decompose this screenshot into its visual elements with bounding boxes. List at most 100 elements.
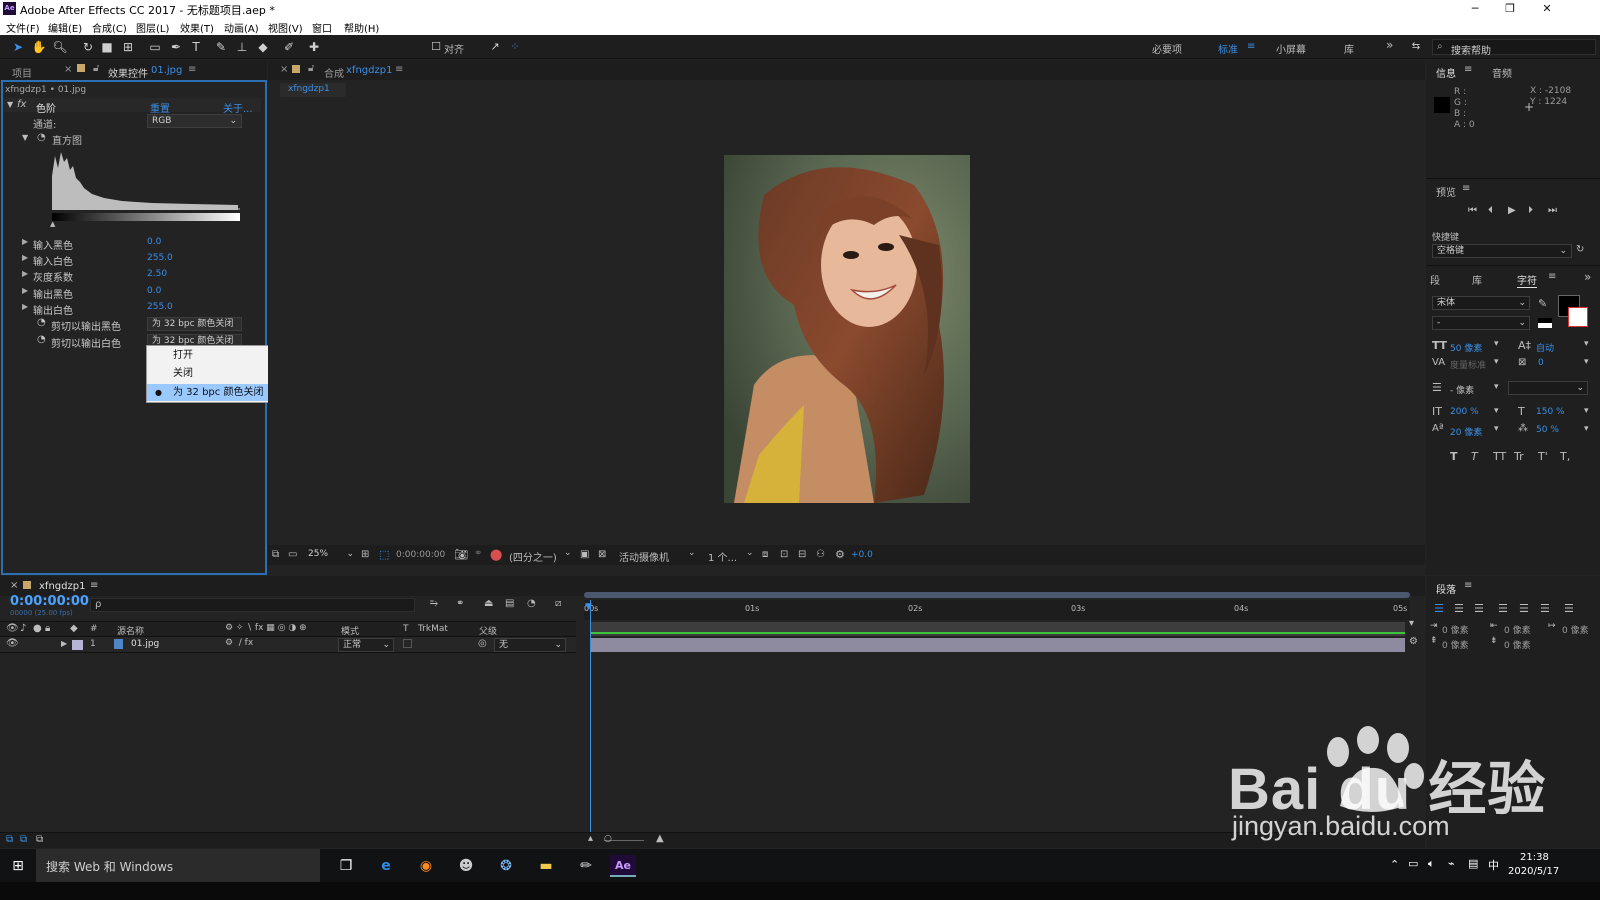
leading-value[interactable]: 自动 <box>1536 341 1554 354</box>
transparency-grid-icon[interactable]: ⊠ <box>598 549 606 560</box>
panel-menu-icon[interactable]: ≡ <box>395 64 403 75</box>
roto-brush-tool-icon[interactable]: ✐ <box>281 39 297 55</box>
font-size-value[interactable]: 50 像素 <box>1450 341 1482 354</box>
layer-search-input[interactable]: ρ <box>90 598 415 612</box>
mask-visibility-icon[interactable]: ⬚ <box>379 548 389 561</box>
timeline-tab-name[interactable]: xfngdzp1 <box>39 581 85 592</box>
sync-icon[interactable]: ⇆ <box>1408 39 1424 55</box>
first-frame-icon[interactable]: ⏮ <box>1468 205 1477 216</box>
baseline-shift-value[interactable]: 20 像素 <box>1450 425 1482 438</box>
clock-date[interactable]: 2020/5/17 <box>1508 866 1559 877</box>
table-row[interactable]: 👁︎ ▶ 1 01.jpg ⚙ ∕ fx 正常 ⌄ ◎ 无 ⌄ <box>0 637 576 653</box>
workspace-small-screen[interactable]: 小屏幕 <box>1276 41 1306 56</box>
about-button[interactable]: 关于... <box>223 100 253 115</box>
paint-icon[interactable]: ✏ <box>574 855 598 877</box>
workspace-standard[interactable]: 标准 <box>1218 41 1238 56</box>
rotate-tool-icon[interactable]: ↻ <box>80 39 96 55</box>
workspace-menu-icon[interactable]: ≡ <box>1247 41 1255 52</box>
shy-layers-icon[interactable]: ⏏ <box>484 598 493 609</box>
pan-behind-tool-icon[interactable]: ⊞ <box>120 39 136 55</box>
panel-menu-icon[interactable]: ≡ <box>1462 183 1470 194</box>
output-black-slider-icon[interactable]: ▲ <box>50 220 55 228</box>
tray-expand-icon[interactable]: ⌃ <box>1390 858 1399 871</box>
comp-tab-prefix[interactable]: 合成 <box>324 65 344 80</box>
reset-shortcut-icon[interactable]: ↻ <box>1576 244 1584 255</box>
close-tab-icon[interactable]: × <box>280 64 288 75</box>
color-toggle[interactable] <box>1538 318 1552 328</box>
workspace-libraries[interactable]: 库 <box>1344 41 1354 56</box>
reset-button[interactable]: 重置 <box>150 100 170 115</box>
playhead-handle-icon[interactable]: ▼ <box>585 602 592 612</box>
audio-switch-icon[interactable]: ♪ <box>20 623 26 634</box>
tracking-value[interactable]: 0 <box>1538 358 1544 368</box>
font-style-select[interactable]: - ⌄ <box>1432 316 1530 330</box>
justify-all-icon[interactable]: ☰ <box>1564 602 1574 615</box>
draft-3d-icon[interactable]: ⚭ <box>456 598 464 609</box>
layer-name[interactable]: 01.jpg <box>131 639 159 649</box>
menu-composition[interactable]: 合成(C) <box>92 20 127 35</box>
all-caps-button[interactable]: TT <box>1493 450 1506 463</box>
tab-project[interactable]: 项目 <box>12 65 32 80</box>
tab-character[interactable]: 字符 <box>1517 272 1537 288</box>
tab-info[interactable]: 信息 <box>1436 65 1456 80</box>
eyedropper-icon[interactable]: ✎ <box>1538 297 1547 310</box>
camera-tool-icon[interactable]: ■ <box>99 39 115 55</box>
faux-italic-button[interactable]: T <box>1471 450 1478 463</box>
menu-effect[interactable]: 效果(T) <box>180 20 214 35</box>
expand-triangle-icon[interactable]: ▶ <box>22 286 28 295</box>
always-preview-icon[interactable]: ⧉ <box>272 549 279 560</box>
menu-file[interactable]: 文件(F) <box>6 20 40 35</box>
close-tab-icon[interactable]: × <box>64 64 72 75</box>
frame-blending-icon[interactable]: ▤ <box>505 598 514 609</box>
camera-select[interactable]: 活动摄像机 <box>619 549 669 564</box>
zoom-tool-icon[interactable]: 🔍︎ <box>52 39 68 55</box>
hand-tool-icon[interactable]: ✋ <box>31 39 47 55</box>
lock-icon[interactable]: 🔓︎ <box>93 63 99 74</box>
graph-editor-icon[interactable]: ⧄ <box>555 598 561 609</box>
align-center-icon[interactable]: ☰ <box>1454 602 1464 615</box>
brush-tool-icon[interactable]: ✎ <box>213 39 229 55</box>
align-right-icon[interactable]: ☰ <box>1474 602 1484 615</box>
expand-triangle-icon[interactable]: ▶ <box>22 269 28 278</box>
solo-switch-icon[interactable]: ● <box>33 623 42 634</box>
taskbar-search-box[interactable]: 搜索 Web 和 Windows <box>36 849 320 882</box>
label-icon[interactable]: ◆ <box>70 623 78 634</box>
clock-time[interactable]: 21:38 <box>1520 852 1549 863</box>
tab-paragraph-short[interactable]: 段 <box>1430 272 1440 287</box>
fast-preview-icon[interactable]: ⊡ <box>780 549 788 560</box>
help-search-input[interactable]: 搜索帮助 <box>1451 42 1491 57</box>
exposure-value[interactable]: +0.0 <box>851 550 873 560</box>
more-workspaces-icon[interactable]: » <box>1386 38 1393 52</box>
clone-stamp-tool-icon[interactable]: ⊥ <box>234 39 250 55</box>
close-icon[interactable]: ✕ <box>1530 0 1564 18</box>
comp-mini-flowchart-icon[interactable]: ⥱ <box>430 598 438 609</box>
histogram[interactable] <box>52 148 240 210</box>
ime-indicator[interactable]: 中 <box>1488 857 1499 873</box>
justify-center-icon[interactable]: ☰ <box>1519 602 1529 615</box>
region-of-interest-icon[interactable]: ▣ <box>580 549 589 560</box>
horizontal-scale-value[interactable]: 150 % <box>1536 407 1565 417</box>
play-icon[interactable]: ▶ <box>1508 205 1516 216</box>
timeline-timecode[interactable]: 0:00:00:00 <box>10 594 89 609</box>
superscript-button[interactable]: T' <box>1538 450 1548 463</box>
parent-select[interactable]: 无 ⌄ <box>494 638 566 652</box>
menu-edit[interactable]: 编辑(E) <box>48 20 82 35</box>
modes-toggle-icon[interactable]: ⧉ <box>20 834 27 845</box>
lock-icon[interactable]: 🔓︎ <box>308 63 314 74</box>
firefox-icon[interactable]: ◉ <box>414 855 438 877</box>
puppet-tool-icon[interactable]: ✚ <box>306 39 322 55</box>
param-value[interactable]: 2.50 <box>147 269 167 279</box>
small-caps-button[interactable]: Tr <box>1514 450 1524 463</box>
align-checkbox[interactable]: ☐ <box>428 39 444 55</box>
snap-icon[interactable]: ↗ <box>487 39 503 55</box>
panel-menu-icon[interactable]: ≡ <box>188 64 196 75</box>
histogram-collapse-icon[interactable]: ▼ <box>22 133 28 142</box>
subscript-button[interactable]: T, <box>1560 450 1570 463</box>
col-source-name[interactable]: 源名称 <box>117 624 144 637</box>
menu-layer[interactable]: 图层(L) <box>136 20 169 35</box>
stroke-color-swatch[interactable] <box>1568 307 1588 327</box>
safe-margins-icon[interactable]: ⊞ <box>361 549 369 560</box>
layer-duration-bar[interactable] <box>590 638 1405 652</box>
kerning-value[interactable]: 度量标准 <box>1450 358 1486 371</box>
eraser-tool-icon[interactable]: ◆ <box>255 39 271 55</box>
